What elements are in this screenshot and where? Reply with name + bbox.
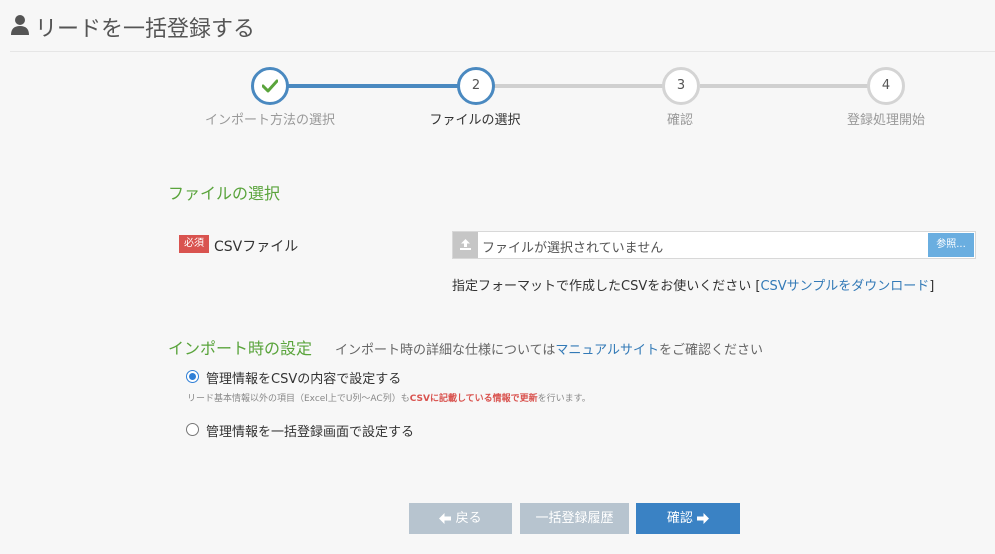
step-2-circle: 2 <box>457 67 495 105</box>
csv-file-label: CSVファイル <box>214 239 299 255</box>
arrow-right-icon <box>697 513 710 524</box>
radio-csv-settings-note: リード基本情報以外の項目（Excel上でU列〜AC列）もCSVに記載している情報… <box>187 391 591 404</box>
progress-stepper: 2 3 4 インポート方法の選択 ファイルの選択 確認 登録処理開始 <box>0 64 995 134</box>
step-connector-3 <box>700 84 869 88</box>
step-3-circle: 3 <box>662 67 700 105</box>
import-settings-title: インポート時の設定 <box>168 339 313 358</box>
step-2-label: ファイルの選択 <box>429 113 521 128</box>
radio-bulk-screen-settings-label[interactable]: 管理情報を一括登録画面で設定する <box>206 421 414 440</box>
step-4-label: 登録処理開始 <box>846 113 925 128</box>
required-badge: 必須 <box>179 235 209 253</box>
back-button-label: 戻る <box>455 511 482 526</box>
browse-button[interactable]: 参照... <box>928 233 974 257</box>
sample-bracket-close: ] <box>929 279 935 294</box>
settings-note-after: をご確認ください <box>658 343 763 358</box>
upload-icon <box>460 239 471 250</box>
option-note-emphasis: CSVに記載している情報で更新 <box>409 394 538 404</box>
step-1-circle <box>251 67 289 105</box>
page-title: リードを一括登録する <box>35 17 256 42</box>
option-note-after: を行います。 <box>537 394 591 404</box>
step-1-label: インポート方法の選択 <box>204 113 335 128</box>
file-placeholder: ファイルが選択されていません <box>482 241 664 256</box>
user-icon <box>11 14 29 36</box>
arrow-left-icon <box>439 513 452 524</box>
radio-csv-settings[interactable] <box>186 370 199 383</box>
header-divider <box>10 51 995 52</box>
back-button[interactable]: 戻る <box>409 503 512 534</box>
hint-text: 指定フォーマットで作成したCSVをお使いください <box>452 279 752 294</box>
confirm-button-label: 確認 <box>666 511 693 526</box>
manual-site-link[interactable]: マニュアルサイト <box>555 343 659 358</box>
file-section-title: ファイルの選択 <box>168 184 281 203</box>
option-note-before: リード基本情報以外の項目（Excel上でU列〜AC列）も <box>187 394 410 404</box>
settings-note-before: インポート時の詳細な仕様については <box>335 343 556 358</box>
import-settings-note: インポート時の詳細な仕様についてはマニュアルサイトをご確認ください <box>335 339 763 358</box>
radio-bulk-screen-settings[interactable] <box>186 423 199 436</box>
step-3-label: 確認 <box>666 113 693 128</box>
upload-icon-box <box>453 232 478 258</box>
confirm-button[interactable]: 確認 <box>636 503 740 534</box>
check-icon <box>262 79 278 93</box>
step-connector-2 <box>494 84 664 88</box>
csv-sample-download-link[interactable]: CSVサンプルをダウンロード <box>760 279 929 294</box>
step-connector-1 <box>287 84 458 88</box>
step-4-circle: 4 <box>867 67 905 105</box>
bulk-history-button[interactable]: 一括登録履歴 <box>520 503 629 534</box>
csv-file-input[interactable]: ファイルが選択されていません 参照... <box>452 231 976 259</box>
csv-format-hint: 指定フォーマットで作成したCSVをお使いください [CSVサンプルをダウンロード… <box>452 275 934 294</box>
radio-csv-settings-label[interactable]: 管理情報をCSVの内容で設定する <box>206 368 401 387</box>
page-header: リードを一括登録する <box>0 0 995 52</box>
